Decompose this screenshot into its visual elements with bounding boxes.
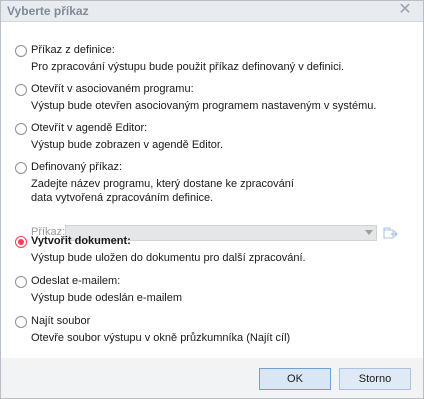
options-panel: Příkaz z definice: Pro zpracování výstup…	[1, 22, 423, 358]
option-label: Najít soubor	[31, 315, 91, 327]
radio-command-from-definition[interactable]	[15, 45, 27, 57]
radio-open-in-editor[interactable]	[15, 123, 27, 135]
option-description: Výstup bude otevřen asociovaným programe…	[31, 100, 377, 112]
radio-open-associated-program[interactable]	[15, 84, 27, 96]
option-label: Odeslat e-mailem:	[31, 275, 121, 287]
option-label: Otevřít v agendě Editor:	[31, 122, 148, 134]
title-bar: Vyberte příkaz ✕	[1, 1, 423, 22]
radio-find-file[interactable]	[15, 316, 27, 328]
option-description: Výstup bude uložen do dokumentu pro dalš…	[31, 252, 306, 264]
option-description: Výstup bude zobrazen v agendě Editor.	[31, 139, 224, 151]
chevron-down-icon[interactable]	[365, 230, 373, 235]
option-label: Definovaný příkaz:	[31, 161, 123, 173]
radio-create-document[interactable]	[15, 236, 27, 248]
cancel-button[interactable]: Storno	[339, 368, 411, 390]
option-label: Příkaz z definice:	[31, 44, 115, 56]
dialog-title: Vyberte příkaz	[7, 4, 89, 18]
ok-button[interactable]: OK	[259, 368, 331, 390]
option-label: Otevřít v asociovaném programu:	[31, 83, 194, 95]
option-description-line2: data vytvořená zpracováním definice.	[31, 192, 214, 204]
dialog: Vyberte příkaz ✕ Příkaz z definice: Pro …	[0, 0, 424, 399]
radio-defined-command[interactable]	[15, 162, 27, 174]
radio-send-email[interactable]	[15, 276, 27, 288]
option-description: Pro zpracování výstupu bude použit příka…	[31, 61, 345, 73]
button-bar: OK Storno	[1, 358, 423, 398]
browse-icon[interactable]	[382, 225, 398, 241]
option-label: Vytvořit dokument:	[31, 235, 131, 247]
close-icon[interactable]: ✕	[397, 2, 413, 19]
option-description: Otevře soubor výstupu v okně průzkumníka…	[31, 332, 291, 344]
option-description: Výstup bude odeslán e-mailem	[31, 292, 183, 304]
option-description-line1: Zadejte název programu, který dostane ke…	[31, 178, 294, 190]
